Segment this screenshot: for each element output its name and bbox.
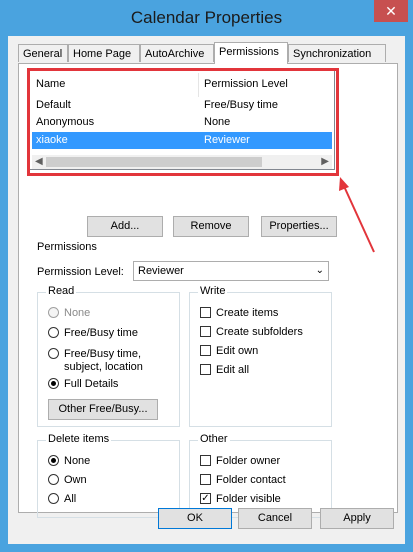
checkbox-indicator xyxy=(200,307,211,318)
header-name[interactable]: Name xyxy=(36,76,65,93)
permission-level-label: Permission Level: xyxy=(37,266,124,278)
read-group: Read None Free/Busy time Free/Busy time,… xyxy=(37,285,180,427)
radio-label: Free/Busy time xyxy=(64,327,138,339)
read-group-title: Read xyxy=(46,285,77,297)
checkbox-indicator xyxy=(200,345,211,356)
row-level: Reviewer xyxy=(204,134,250,146)
write-group: Write Create items Create subfolders Edi… xyxy=(189,285,332,427)
checkbox-check-icon: ✓ xyxy=(200,493,211,504)
permission-level-value: Reviewer xyxy=(138,265,184,277)
checkbox-label: Edit own xyxy=(216,345,259,357)
checkbox-label: Create subfolders xyxy=(216,326,303,338)
dialog-body: General Home Page AutoArchive Permission… xyxy=(8,36,405,544)
scroll-left-icon[interactable]: ◀ xyxy=(35,155,43,169)
tab-synchronization[interactable]: Synchronization xyxy=(288,44,386,62)
radio-indicator xyxy=(48,493,59,504)
tab-autoarchive[interactable]: AutoArchive xyxy=(140,44,214,62)
scrollbar-thumb[interactable] xyxy=(46,157,262,167)
tab-permissions[interactable]: Permissions xyxy=(214,42,288,64)
radio-indicator xyxy=(48,455,59,466)
title-bar[interactable]: Calendar Properties ✕ xyxy=(0,0,413,36)
calendar-properties-window: Calendar Properties ✕ General Home Page … xyxy=(0,0,413,552)
delete-items-group: Delete items None Own All xyxy=(37,433,180,518)
header-permission-level[interactable]: Permission Level xyxy=(204,76,288,93)
checkbox-label: Edit all xyxy=(216,364,250,376)
delete-items-group-title: Delete items xyxy=(46,433,112,445)
permissions-panel: Name Permission Level Default Free/Busy … xyxy=(18,63,398,518)
checkbox-label: Folder visible xyxy=(216,493,281,505)
radio-label-line1: Free/Busy time, xyxy=(64,348,142,360)
radio-indicator xyxy=(48,327,59,338)
remove-button[interactable]: Remove xyxy=(173,216,249,237)
radio-indicator xyxy=(48,378,59,389)
checkbox-label: Create items xyxy=(216,307,279,319)
checkbox-indicator xyxy=(200,326,211,337)
radio-label: Own xyxy=(64,474,87,486)
close-icon[interactable]: ✕ xyxy=(374,0,408,22)
checkbox-indicator xyxy=(200,455,211,466)
write-group-title: Write xyxy=(198,285,228,297)
permissions-group-title: Permissions xyxy=(37,241,97,253)
other-free-busy-button[interactable]: Other Free/Busy... xyxy=(48,399,158,420)
checkbox-label: Folder owner xyxy=(216,455,281,467)
checkbox-label: Folder contact xyxy=(216,474,286,486)
window-title: Calendar Properties xyxy=(130,8,283,27)
row-name: xiaoke xyxy=(36,134,68,146)
row-level: None xyxy=(204,116,231,128)
scroll-right-icon[interactable]: ▶ xyxy=(321,155,329,169)
permission-level-select[interactable]: Reviewer ⌄ xyxy=(133,261,329,281)
permissions-group: Permissions Permission Level: Reviewer ⌄… xyxy=(29,241,341,518)
radio-label-line2: subject, location xyxy=(64,361,143,373)
checkbox-indicator xyxy=(200,364,211,375)
checkbox-indicator xyxy=(200,474,211,485)
ok-button[interactable]: OK xyxy=(158,508,232,529)
other-group-title: Other xyxy=(198,433,230,445)
row-name: Anonymous xyxy=(36,116,95,128)
list-header: Name Permission Level xyxy=(32,76,332,93)
list-row[interactable]: Anonymous None xyxy=(32,114,332,131)
permission-list[interactable]: Name Permission Level Default Free/Busy … xyxy=(29,70,335,170)
add-button[interactable]: Add... xyxy=(87,216,163,237)
list-row-selected[interactable]: xiaoke Reviewer xyxy=(32,132,332,149)
radio-label: None xyxy=(64,455,91,467)
other-group: Other Folder owner Folder contact ✓ Fold… xyxy=(189,433,332,518)
radio-label: Full Details xyxy=(64,378,119,390)
cancel-button[interactable]: Cancel xyxy=(238,508,312,529)
radio-indicator xyxy=(48,474,59,485)
apply-button[interactable]: Apply xyxy=(320,508,394,529)
radio-indicator xyxy=(48,348,59,359)
list-row[interactable]: Default Free/Busy time xyxy=(32,97,332,114)
row-level: Free/Busy time xyxy=(204,99,278,111)
chevron-down-icon: ⌄ xyxy=(315,265,324,276)
tab-home-page[interactable]: Home Page xyxy=(68,44,140,62)
radio-label: None xyxy=(64,307,91,319)
row-name: Default xyxy=(36,99,71,111)
radio-indicator xyxy=(48,307,59,318)
tab-general[interactable]: General xyxy=(18,44,68,62)
horizontal-scrollbar[interactable]: ◀ ▶ xyxy=(32,155,332,169)
properties-button[interactable]: Properties... xyxy=(261,216,337,237)
radio-label: All xyxy=(64,493,77,505)
header-divider xyxy=(198,73,199,97)
